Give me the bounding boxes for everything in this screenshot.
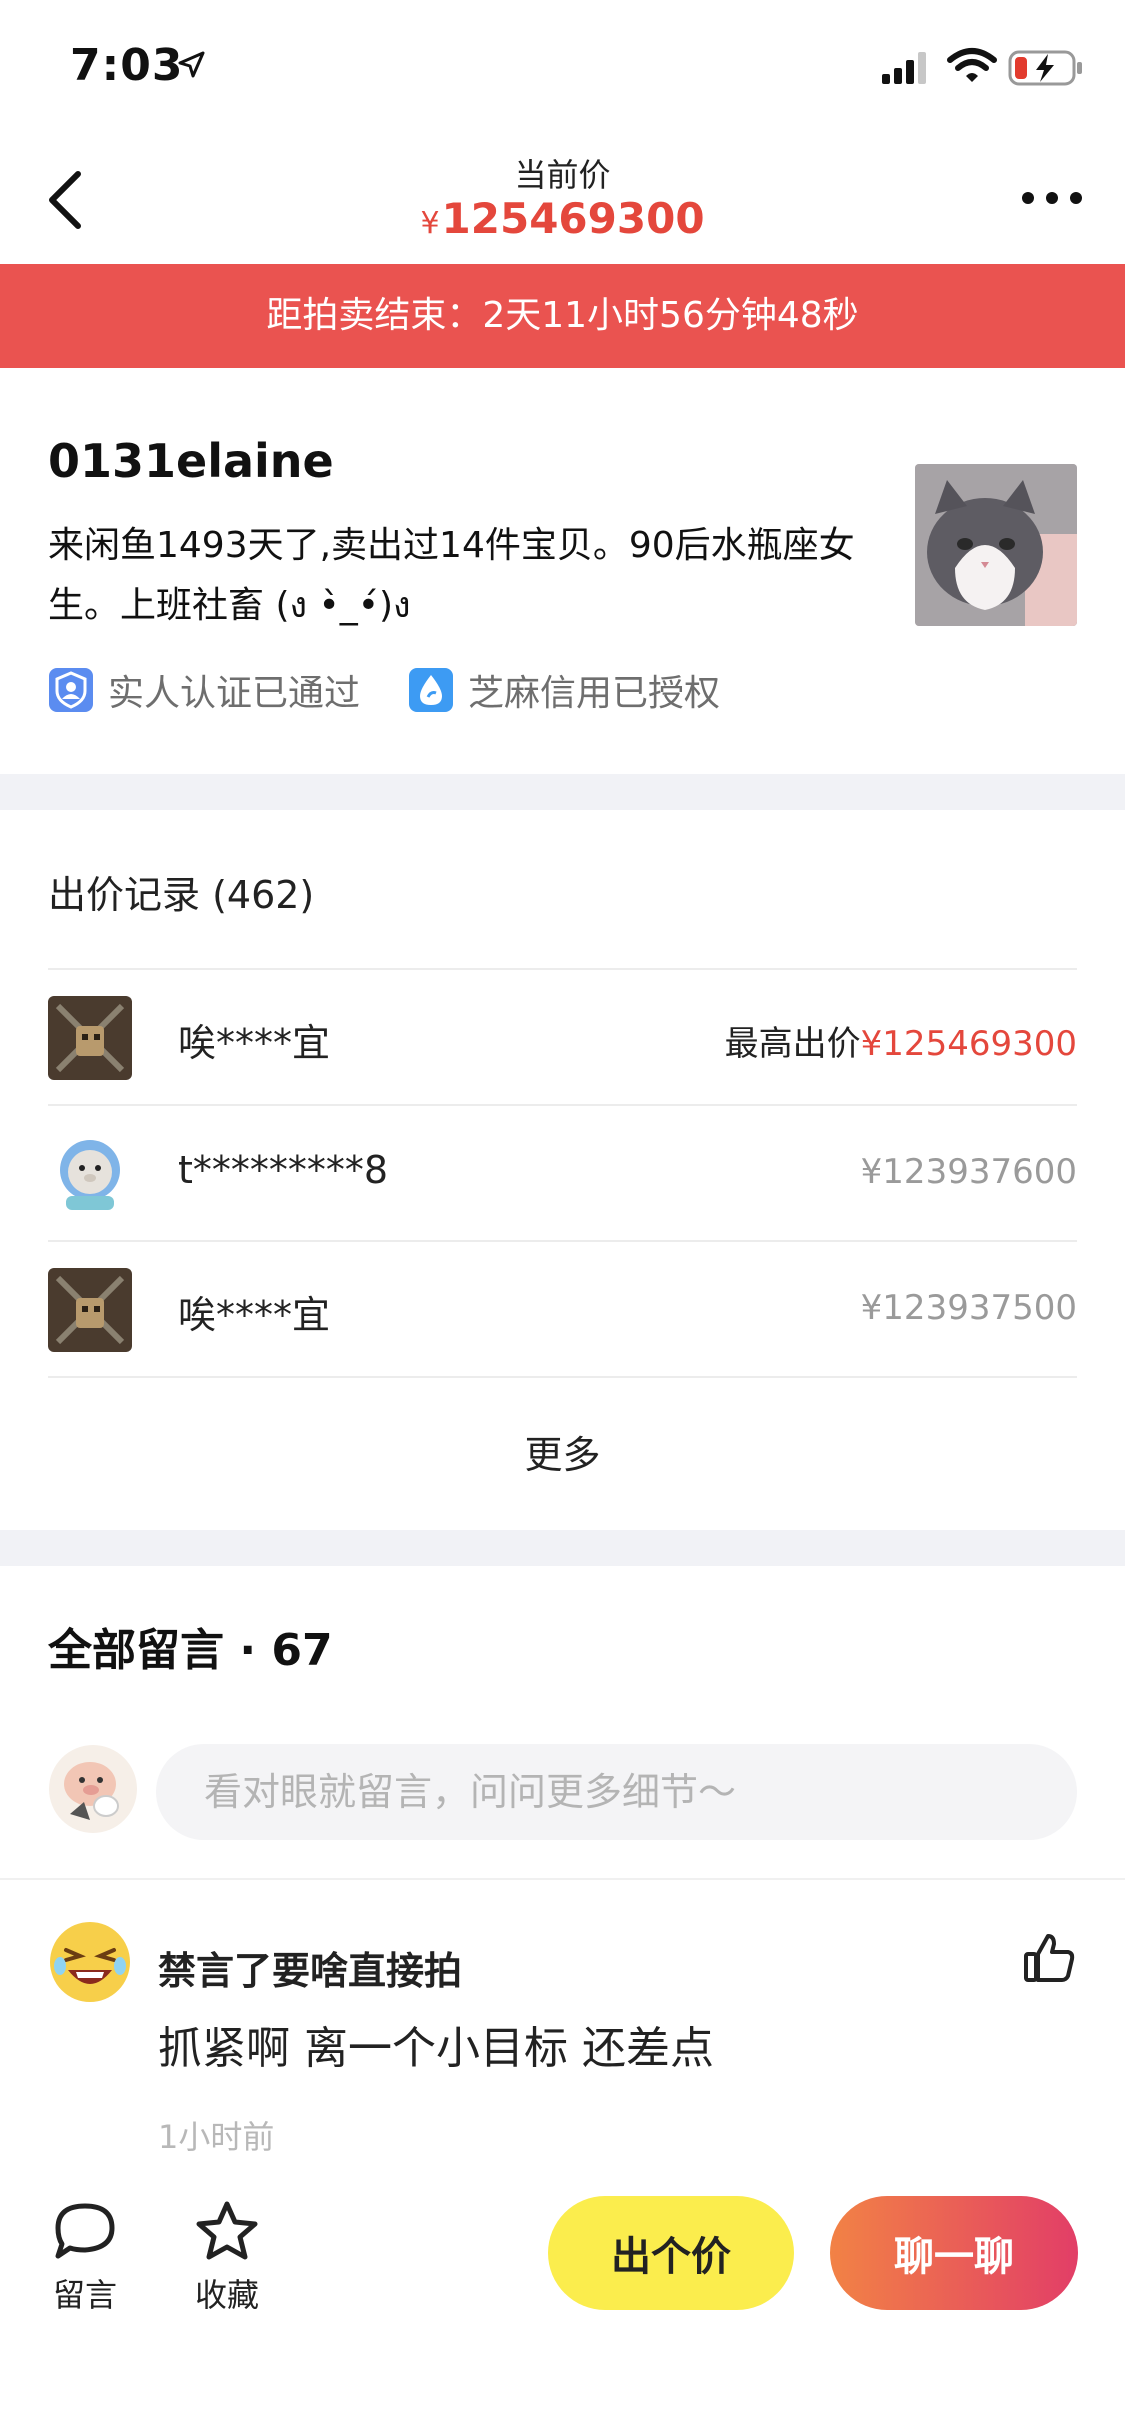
seller-avatar[interactable]: [915, 464, 1077, 626]
section-divider: [0, 774, 1125, 810]
comment-author[interactable]: 禁言了要啥直接拍: [158, 1940, 462, 1995]
current-price-label: 当前价: [514, 156, 611, 194]
warrior-avatar-icon: [48, 1268, 132, 1352]
bid-records-title: 出价记录 (462): [48, 873, 315, 917]
bid-row[interactable]: 唉****宜 最高出价¥125469300: [48, 968, 1077, 1104]
comment-time: 1小时前: [158, 2118, 275, 2156]
star-icon: [196, 2201, 258, 2260]
more-options-icon[interactable]: [1020, 188, 1084, 208]
warrior-avatar-icon: [48, 996, 132, 1080]
bid-amount: ¥123937500: [860, 1288, 1077, 1328]
badge-identity-verified[interactable]: 实人认证已通过: [48, 664, 360, 716]
wifi-icon: [947, 48, 997, 82]
bid-amount: 最高出价¥125469300: [725, 1016, 1077, 1065]
bidder-name: 唉****宜: [178, 1021, 331, 1065]
bidder-avatar: [48, 1268, 132, 1352]
bid-row[interactable]: t*********8 ¥123937600: [48, 1104, 1077, 1240]
section-divider: [0, 1530, 1125, 1566]
comment-text: 抓紧啊 离一个小目标 还差点: [158, 2023, 714, 2074]
place-bid-button[interactable]: 出个价: [548, 2196, 794, 2310]
seller-badges: 实人认证已通过 芝麻信用已授权: [48, 664, 720, 716]
comment-input[interactable]: [156, 1744, 1077, 1840]
sesame-credit-icon: [409, 668, 454, 712]
status-bar: 7:03: [0, 0, 1125, 132]
bid-amount-value: ¥125469300: [860, 1024, 1077, 1064]
highest-bid-label: 最高出价: [724, 1024, 861, 1064]
seller-card[interactable]: 0131elaine 来闲鱼1493天了,卖出过14件宝贝。90后水瓶座女生。上…: [0, 368, 1125, 774]
battery-low-charging-icon: [1008, 50, 1082, 86]
cat-photo-icon: [915, 464, 1077, 626]
comments-section: 全部留言 · 67 看对眼就留言，问问更多细节～ 禁言了要啥直接拍 抓紧啊 离一…: [0, 1566, 1125, 2216]
nav-bar: 当前价 ¥125469300: [0, 132, 1125, 264]
seller-name[interactable]: 0131elaine: [48, 434, 334, 488]
speech-bubble-icon: [55, 2203, 115, 2259]
laughing-emoji-avatar-icon: [50, 1922, 130, 2002]
favorite-tab-label: 收藏: [194, 2276, 259, 2314]
auction-countdown-banner: 距拍卖结束：2天11小时56分钟48秒: [0, 264, 1125, 368]
badge-sesame-credit[interactable]: 芝麻信用已授权: [408, 664, 720, 716]
currency-symbol: ¥: [420, 206, 440, 241]
current-price: ¥125469300: [0, 194, 1125, 243]
signal-icon: [882, 52, 926, 84]
location-arrow-icon: [178, 51, 205, 78]
more-bids-button[interactable]: 更多: [0, 1424, 1125, 1479]
astronaut-seal-avatar-icon: [48, 1132, 132, 1216]
bid-row[interactable]: 唉****宜 ¥123937500: [48, 1240, 1077, 1376]
comment-tab-button[interactable]: 留言: [30, 2200, 140, 2316]
bidder-name: 唉****宜: [178, 1293, 331, 1337]
comment-item[interactable]: 禁言了要啥直接拍 抓紧啊 离一个小目标 还差点 1小时前: [48, 1920, 1077, 2180]
bid-records-section: 出价记录 (462) 唉****宜 最高出价¥125469300 t******…: [0, 810, 1125, 1530]
home-indicator: [412, 2406, 712, 2416]
comments-title: 全部留言 · 67: [48, 1625, 333, 1676]
seller-bio: 来闲鱼1493天了,卖出过14件宝贝。90后水瓶座女生。上班社畜 (ง •̀_•…: [48, 525, 855, 626]
bidder-name: t*********8: [178, 1148, 389, 1192]
bottom-action-bar: 留言 收藏 出个价 聊一聊: [0, 2180, 1125, 2436]
bid-amount: ¥123937600: [860, 1152, 1077, 1192]
id-verified-icon: [49, 668, 93, 712]
status-time: 7:03: [70, 40, 184, 91]
bid-list-divider: [48, 1376, 1077, 1378]
bidder-avatar: [48, 1132, 132, 1216]
comments-divider: [0, 1878, 1125, 1880]
current-price-value: 125469300: [441, 194, 705, 243]
badge-label: 芝麻信用已授权: [468, 673, 721, 714]
badge-label: 实人认证已通过: [108, 673, 361, 714]
bidder-avatar: [48, 996, 132, 1080]
chat-button[interactable]: 聊一聊: [830, 2196, 1078, 2310]
item-page: 7:03 当前价 ¥125469300 距拍卖结束：2天11小时56分钟48秒 …: [0, 0, 1125, 2436]
favorite-tab-button[interactable]: 收藏: [172, 2200, 282, 2316]
comment-input-row: [48, 1744, 1077, 1840]
thumbs-up-icon[interactable]: [1022, 1930, 1076, 1984]
user-avatar-icon: [49, 1745, 137, 1833]
comment-tab-label: 留言: [52, 2276, 117, 2314]
